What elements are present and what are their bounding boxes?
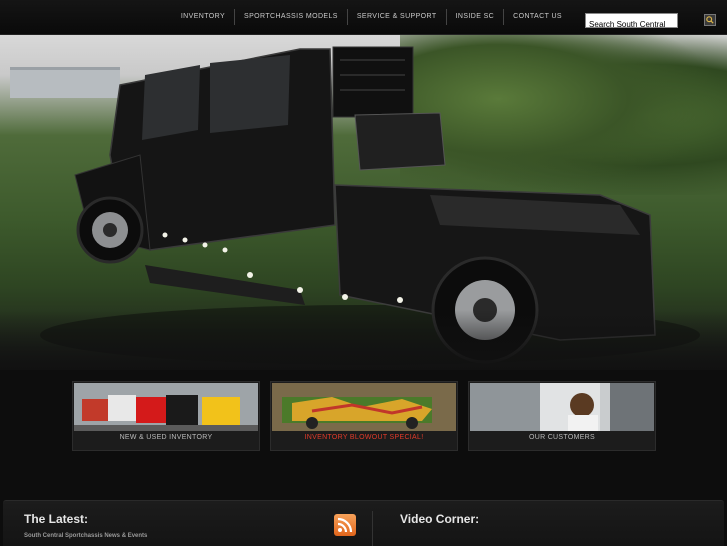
nav-inventory[interactable]: INVENTORY <box>172 9 234 25</box>
latest-subtitle: South Central Sportchassis News & Events <box>24 533 148 539</box>
card-customers-label: OUR CUSTOMERS <box>529 434 595 441</box>
rss-icon <box>337 517 353 533</box>
card-inventory-label: NEW & USED INVENTORY <box>119 434 213 441</box>
search-icon <box>706 16 714 24</box>
rss-feed-button[interactable] <box>334 514 356 536</box>
feature-cards: NEW & USED INVENTORY INVENTORY BLOWOUT S… <box>72 381 656 451</box>
card-inventory[interactable]: NEW & USED INVENTORY <box>72 381 260 451</box>
latest-title: The Latest: <box>24 512 89 526</box>
card-blowout-special[interactable]: INVENTORY BLOWOUT SPECIAL! <box>270 381 458 451</box>
blowout-thumbnail <box>272 383 456 431</box>
inventory-thumbnail <box>74 383 258 431</box>
search-box <box>585 13 678 31</box>
card-customers[interactable]: OUR CUSTOMERS <box>468 381 656 451</box>
customers-thumbnail <box>470 383 654 431</box>
bottom-panel: The Latest: South Central Sportchassis N… <box>3 500 724 546</box>
nav-service-support[interactable]: SERVICE & SUPPORT <box>346 9 446 25</box>
nav-sportchassis-models[interactable]: SPORTCHASSIS MODELS <box>234 9 347 25</box>
hero-banner <box>0 35 727 370</box>
top-bar: INVENTORY SPORTCHASSIS MODELS SERVICE & … <box>0 0 727 35</box>
card-blowout-label: INVENTORY BLOWOUT SPECIAL! <box>304 434 424 441</box>
hero-fade <box>0 310 727 370</box>
search-button[interactable] <box>704 14 716 26</box>
video-corner-title: Video Corner: <box>400 512 480 526</box>
section-divider <box>372 511 373 546</box>
nav-contact-us[interactable]: CONTACT US <box>503 9 571 25</box>
search-input[interactable] <box>586 18 677 31</box>
nav-inside-sc[interactable]: INSIDE SC <box>445 9 504 25</box>
main-nav: INVENTORY SPORTCHASSIS MODELS SERVICE & … <box>172 9 571 25</box>
